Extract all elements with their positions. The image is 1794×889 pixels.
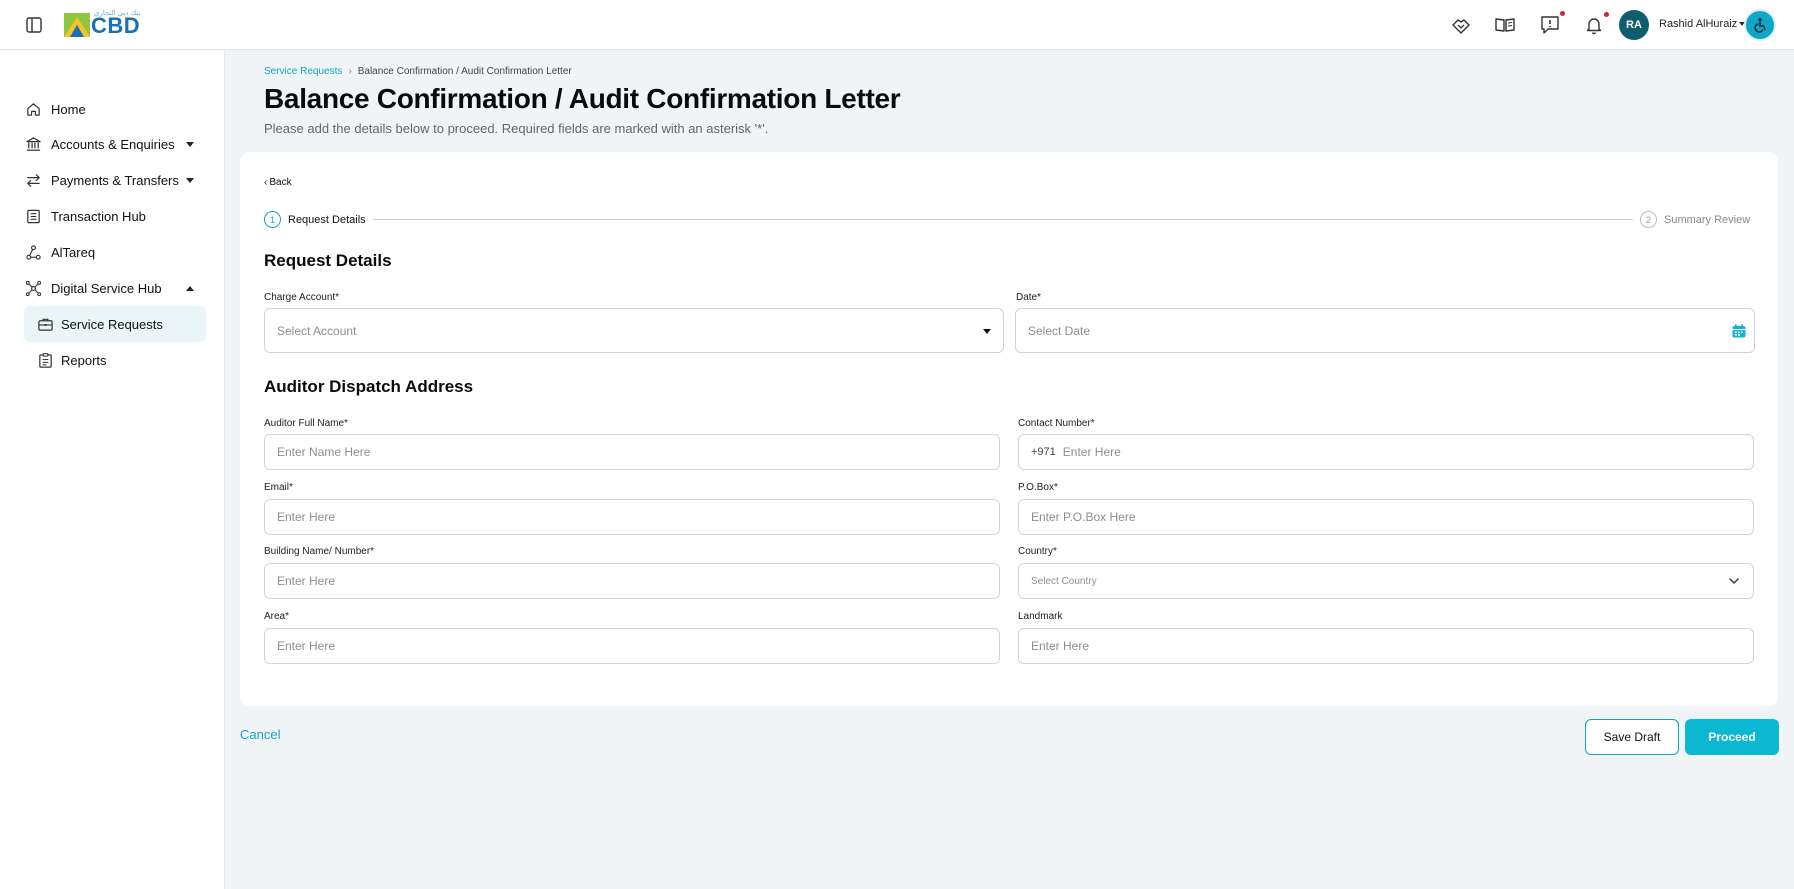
step-1-indicator: 1 (264, 211, 281, 228)
list-icon (24, 207, 42, 225)
country-select[interactable]: Select Country (1018, 563, 1754, 599)
area-input[interactable]: Enter Here (264, 628, 1000, 664)
bank-icon (24, 135, 42, 153)
building-placeholder: Enter Here (277, 574, 336, 588)
contact-number-input[interactable]: +971 Enter Here (1018, 434, 1754, 470)
sidebar-item-payments-transfers[interactable]: Payments & Transfers (24, 165, 206, 195)
sidebar-item-accounts-enquiries[interactable]: Accounts & Enquiries (24, 129, 206, 159)
area-placeholder: Enter Here (277, 639, 336, 653)
date-label: Date* (1016, 292, 1042, 303)
date-picker[interactable]: Select Date (1015, 308, 1755, 353)
sidebar-item-label: Accounts & Enquiries (51, 136, 175, 152)
proceed-button[interactable]: Proceed (1685, 719, 1779, 755)
auditor-name-placeholder: Enter Name Here (277, 445, 371, 459)
breadcrumb-chevron-icon: › (348, 66, 352, 77)
user-name[interactable]: Rashid AlHuraiz (1659, 18, 1737, 30)
chevron-up-icon (186, 286, 194, 291)
sidebar-item-altareq[interactable]: AlTareq (24, 237, 206, 267)
user-avatar[interactable]: RA (1619, 10, 1649, 40)
sidebar-item-label: Service Requests (61, 316, 163, 332)
clipboard-icon (36, 351, 54, 369)
caret-down-icon (983, 329, 991, 334)
briefcase-icon (36, 315, 54, 333)
stepper-line (373, 219, 1633, 220)
sidebar-item-label: Transaction Hub (51, 208, 146, 224)
email-placeholder: Enter Here (277, 510, 336, 524)
sidebar-item-home[interactable]: Home (24, 94, 206, 124)
charge-account-label: Charge Account* (264, 292, 340, 303)
breadcrumb-current: Balance Confirmation / Audit Confirmatio… (357, 66, 572, 77)
feedback-notification-dot (1560, 11, 1565, 16)
sidebar-item-label: Digital Service Hub (51, 280, 162, 296)
bell-notification-dot (1604, 12, 1609, 17)
sidebar-item-transaction-hub[interactable]: Transaction Hub (24, 201, 206, 231)
stepper: 1 Request Details 2 Summary Review (264, 210, 1754, 230)
contact-number-label: Contact Number* (1018, 418, 1095, 429)
back-label: Back (269, 177, 292, 188)
sidebar-item-reports[interactable]: Reports (24, 342, 206, 378)
breadcrumb-service-requests[interactable]: Service Requests (264, 66, 342, 77)
sidebar-item-label: Home (51, 101, 86, 117)
cancel-button[interactable]: Cancel (240, 727, 280, 742)
chevron-left-icon: ‹ (264, 177, 268, 188)
page-subtitle: Please add the details below to proceed.… (264, 121, 769, 136)
chevron-down-icon (186, 178, 194, 183)
sidebar-item-service-requests[interactable]: Service Requests (24, 306, 206, 342)
handshake-icon[interactable] (1450, 14, 1472, 36)
country-placeholder: Select Country (1031, 575, 1097, 587)
sidebar-toggle-icon[interactable] (25, 16, 43, 34)
sidebar-item-label: Payments & Transfers (51, 172, 179, 188)
sidebar: Home Accounts & Enquiries Payments & Tra… (0, 50, 225, 889)
book-icon[interactable] (1494, 14, 1516, 36)
country-label: Country* (1018, 546, 1057, 557)
cbd-logo[interactable]: CBD بنك دبي التجاري (64, 10, 141, 39)
network-icon (24, 243, 42, 261)
building-label: Building Name/ Number* (264, 546, 375, 557)
contact-number-placeholder: Enter Here (1062, 445, 1121, 459)
home-icon (24, 100, 42, 118)
landmark-placeholder: Enter Here (1031, 639, 1090, 653)
feedback-icon[interactable] (1539, 14, 1561, 36)
section-title-request-details: Request Details (264, 251, 392, 270)
step-2-label: Summary Review (1664, 214, 1751, 226)
save-draft-button[interactable]: Save Draft (1585, 719, 1679, 755)
auditor-name-label: Auditor Full Name* (264, 418, 348, 429)
sidebar-item-label: AlTareq (51, 244, 96, 260)
step-2-indicator: 2 (1640, 211, 1657, 228)
landmark-label: Landmark (1018, 611, 1063, 622)
landmark-input[interactable]: Enter Here (1018, 628, 1754, 664)
section-title-auditor-dispatch-address: Auditor Dispatch Address (264, 377, 474, 396)
po-box-placeholder: Enter P.O.Box Here (1031, 510, 1136, 524)
email-input[interactable]: Enter Here (264, 499, 1000, 535)
auditor-name-input[interactable]: Enter Name Here (264, 434, 1000, 470)
po-box-input[interactable]: Enter P.O.Box Here (1018, 499, 1754, 535)
email-label: Email* (264, 482, 293, 493)
area-label: Area* (264, 611, 290, 622)
country-code-prefix: +971 (1031, 446, 1056, 458)
accessibility-icon[interactable] (1744, 9, 1776, 41)
sidebar-item-label: Reports (61, 352, 107, 368)
top-bar: CBD بنك دبي التجاري RA Rashid AlHuraiz (0, 0, 1794, 50)
chevron-down-icon (186, 142, 194, 147)
charge-account-placeholder: Select Account (277, 323, 357, 338)
building-input[interactable]: Enter Here (264, 563, 1000, 599)
charge-account-select[interactable]: Select Account (264, 308, 1004, 353)
date-placeholder: Select Date (1028, 323, 1091, 338)
form-card: ‹ Back 1 Request Details 2 Summary Revie… (240, 152, 1778, 706)
breadcrumb: Service Requests › Balance Confirmation … (264, 66, 572, 77)
bell-icon[interactable] (1583, 14, 1605, 36)
transfer-icon (24, 171, 42, 189)
cbd-logo-mark-icon (64, 13, 90, 37)
step-1-label: Request Details (288, 214, 366, 226)
back-button[interactable]: ‹ Back (264, 177, 292, 188)
logo-arabic-text: بنك دبي التجاري (94, 10, 141, 17)
page-title: Balance Confirmation / Audit Confirmatio… (264, 83, 901, 114)
hub-icon (24, 279, 42, 297)
sidebar-item-digital-service-hub[interactable]: Digital Service Hub (24, 273, 206, 303)
chevron-down-icon (1729, 578, 1739, 584)
po-box-label: P.O.Box* (1018, 482, 1058, 493)
calendar-icon[interactable] (1731, 323, 1747, 339)
